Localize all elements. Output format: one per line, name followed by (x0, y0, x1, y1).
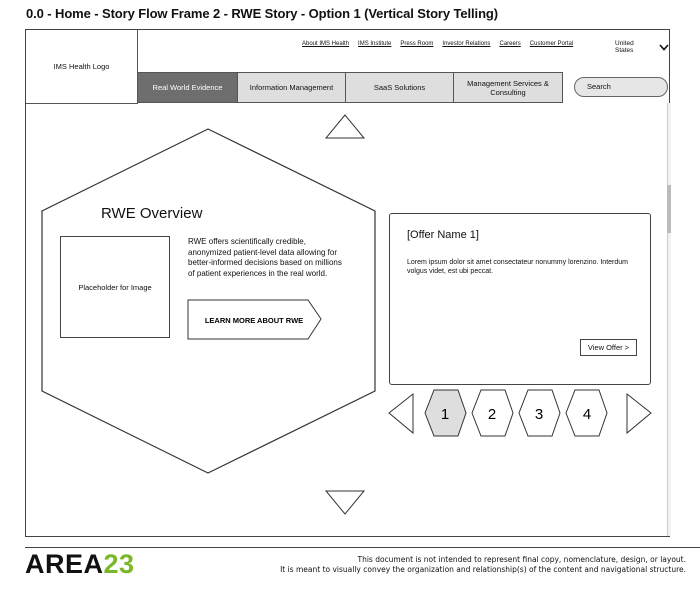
footer-disclaimer: This document is not intended to represe… (280, 555, 686, 575)
story-description: RWE offers scientifically credible, anon… (188, 237, 342, 278)
footer-logo-text: AREA (25, 549, 104, 579)
scroll-up-arrow-icon[interactable] (324, 114, 366, 139)
view-offer-button[interactable]: View Offer > (580, 339, 637, 356)
offer-body: Lorem ipsum dolor sit amet consectateur … (407, 259, 628, 275)
pager-label-4: 4 (583, 406, 591, 423)
pager-label-2: 2 (488, 406, 496, 423)
footer-note-line-1: This document is not intended to represe… (357, 555, 686, 564)
offer-name: [Offer Name 1] (407, 229, 479, 241)
image-placeholder: Placeholder for Image (60, 236, 170, 338)
footer-note-line-2: It is meant to visually convey the organ… (280, 565, 686, 574)
learn-more-label: LEARN MORE ABOUT RWE (205, 316, 303, 325)
story-title: RWE Overview (101, 205, 203, 222)
pager: 1 2 3 4 (424, 389, 608, 437)
pager-next-icon[interactable] (626, 392, 652, 435)
pager-label-1: 1 (441, 406, 449, 423)
scroll-down-arrow-icon[interactable] (324, 490, 366, 515)
pager-label-3: 3 (535, 406, 543, 423)
pager-prev-icon[interactable] (388, 392, 414, 435)
footer-logo-number: 23 (103, 549, 135, 579)
area23-logo: AREA23 (25, 548, 135, 580)
